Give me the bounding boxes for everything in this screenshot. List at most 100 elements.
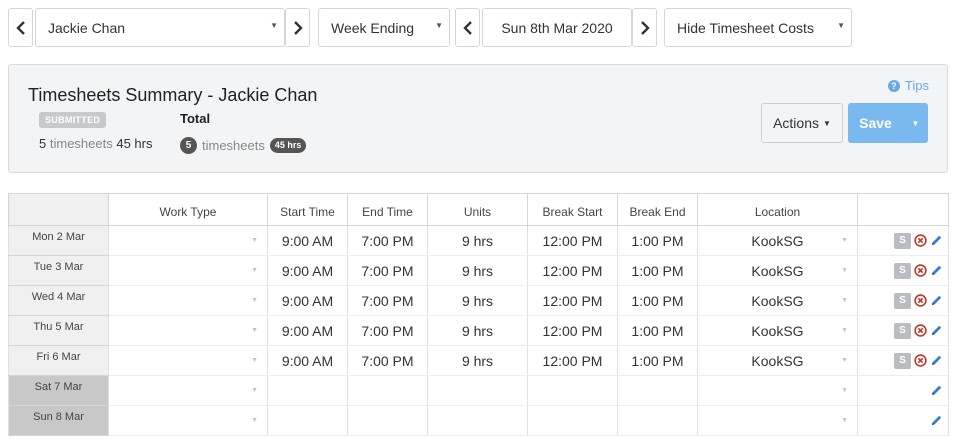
work-type-select[interactable]: ▼: [108, 285, 268, 316]
pencil-icon[interactable]: [930, 294, 943, 307]
break-start-cell[interactable]: [527, 405, 618, 436]
total-hours-badge: 45 hrs: [269, 138, 307, 153]
units-cell[interactable]: 9 hrs: [427, 345, 528, 376]
status-s-button[interactable]: S: [894, 352, 911, 369]
break-end-cell[interactable]: [617, 405, 698, 436]
units-cell[interactable]: 9 hrs: [427, 255, 528, 286]
date-picker[interactable]: Sun 8th Mar 2020: [482, 8, 632, 47]
location-value: KookSG: [751, 232, 804, 249]
break-start-cell[interactable]: [527, 375, 618, 406]
cost-visibility-value: Hide Timesheet Costs: [677, 19, 814, 36]
end-time-cell[interactable]: [347, 375, 428, 406]
caret-down-icon: ▼: [251, 327, 258, 334]
work-type-select[interactable]: ▼: [108, 375, 268, 406]
caret-down-icon: ▼: [841, 387, 848, 394]
pencil-icon[interactable]: [930, 384, 943, 397]
row-actions-cell: S: [857, 225, 949, 256]
break-end-cell[interactable]: 1:00 PM: [617, 345, 698, 376]
end-time-cell[interactable]: 7:00 PM: [347, 345, 428, 376]
pencil-icon[interactable]: [930, 234, 943, 247]
units-cell[interactable]: 9 hrs: [427, 315, 528, 346]
break-end-cell[interactable]: 1:00 PM: [617, 225, 698, 256]
break-start-cell[interactable]: 12:00 PM: [527, 225, 618, 256]
location-select[interactable]: KookSG ▼: [697, 315, 858, 346]
save-button[interactable]: Save ▼: [848, 103, 928, 143]
column-header-day: [8, 193, 109, 226]
location-select[interactable]: KookSG ▼: [697, 225, 858, 256]
day-cell: Fri 6 Mar: [8, 345, 109, 376]
employee-select[interactable]: Jackie Chan ▼: [35, 8, 285, 47]
location-select[interactable]: KookSG ▼: [697, 285, 858, 316]
break-end-cell[interactable]: 1:00 PM: [617, 255, 698, 286]
day-cell: Sun 8 Mar: [8, 405, 109, 436]
row-actions: S: [858, 322, 948, 339]
location-value: KookSG: [751, 322, 804, 339]
timesheet-table: Work Type Start Time End Time Units Brea…: [8, 193, 949, 436]
period-type-select[interactable]: Week Ending ▼: [318, 8, 450, 47]
location-select[interactable]: ▼: [697, 405, 858, 436]
end-time-cell[interactable]: [347, 405, 428, 436]
break-start-cell[interactable]: 12:00 PM: [527, 285, 618, 316]
pencil-icon[interactable]: [930, 264, 943, 277]
tips-link[interactable]: ? Tips: [887, 78, 929, 93]
location-select[interactable]: KookSG ▼: [697, 345, 858, 376]
break-start-cell[interactable]: 12:00 PM: [527, 255, 618, 286]
end-time-cell[interactable]: 7:00 PM: [347, 255, 428, 286]
units-cell[interactable]: [427, 375, 528, 406]
status-s-button[interactable]: S: [894, 322, 911, 339]
prev-week-button[interactable]: [455, 8, 480, 47]
end-time-cell[interactable]: 7:00 PM: [347, 315, 428, 346]
units-cell[interactable]: 9 hrs: [427, 285, 528, 316]
save-options-caret-icon[interactable]: ▼: [903, 119, 928, 128]
work-type-select[interactable]: ▼: [108, 405, 268, 436]
break-start-cell[interactable]: 12:00 PM: [527, 345, 618, 376]
prev-employee-button[interactable]: [8, 8, 33, 47]
location-select[interactable]: ▼: [697, 375, 858, 406]
start-time-cell[interactable]: [267, 405, 348, 436]
save-label: Save: [859, 115, 892, 131]
work-type-select[interactable]: ▼: [108, 345, 268, 376]
remove-circle-icon[interactable]: [914, 294, 927, 307]
status-s-button[interactable]: S: [894, 232, 911, 249]
start-time-cell[interactable]: 9:00 AM: [267, 315, 348, 346]
chevron-left-icon: [462, 20, 472, 35]
remove-circle-icon[interactable]: [914, 324, 927, 337]
work-type-select[interactable]: ▼: [108, 255, 268, 286]
cost-visibility-select[interactable]: Hide Timesheet Costs ▼: [664, 8, 852, 47]
remove-circle-icon[interactable]: [914, 234, 927, 247]
caret-down-icon: ▼: [435, 21, 443, 30]
status-s-button[interactable]: S: [894, 292, 911, 309]
break-start-cell[interactable]: 12:00 PM: [527, 315, 618, 346]
remove-circle-icon[interactable]: [914, 354, 927, 367]
table-row: Mon 2 Mar ▼ 9:00 AM 7:00 PM 9 hrs 12:00 …: [8, 225, 949, 256]
pencil-icon[interactable]: [930, 354, 943, 367]
actions-dropdown-button[interactable]: Actions ▼: [761, 103, 843, 143]
break-end-cell[interactable]: [617, 375, 698, 406]
break-end-cell[interactable]: 1:00 PM: [617, 315, 698, 346]
start-time-cell[interactable]: 9:00 AM: [267, 345, 348, 376]
end-time-cell[interactable]: 7:00 PM: [347, 225, 428, 256]
status-s-button[interactable]: S: [894, 262, 911, 279]
break-end-cell[interactable]: 1:00 PM: [617, 285, 698, 316]
pencil-icon[interactable]: [930, 324, 943, 337]
next-week-button[interactable]: [632, 8, 657, 47]
pencil-icon[interactable]: [930, 414, 943, 427]
next-employee-button[interactable]: [285, 8, 310, 47]
start-time-cell[interactable]: [267, 375, 348, 406]
start-time-cell[interactable]: 9:00 AM: [267, 255, 348, 286]
end-time-cell[interactable]: 7:00 PM: [347, 285, 428, 316]
location-select[interactable]: KookSG ▼: [697, 255, 858, 286]
remove-circle-icon[interactable]: [914, 264, 927, 277]
units-cell[interactable]: 9 hrs: [427, 225, 528, 256]
date-value: Sun 8th Mar 2020: [501, 19, 613, 36]
work-type-select[interactable]: ▼: [108, 225, 268, 256]
caret-down-icon: ▼: [251, 357, 258, 364]
start-time-cell[interactable]: 9:00 AM: [267, 285, 348, 316]
table-row: Thu 5 Mar ▼ 9:00 AM 7:00 PM 9 hrs 12:00 …: [8, 315, 949, 346]
caret-down-icon: ▼: [270, 21, 278, 30]
start-time-cell[interactable]: 9:00 AM: [267, 225, 348, 256]
timesheets-word: timesheets: [49, 136, 113, 151]
work-type-select[interactable]: ▼: [108, 315, 268, 346]
column-header-units: Units: [427, 193, 528, 226]
units-cell[interactable]: [427, 405, 528, 436]
